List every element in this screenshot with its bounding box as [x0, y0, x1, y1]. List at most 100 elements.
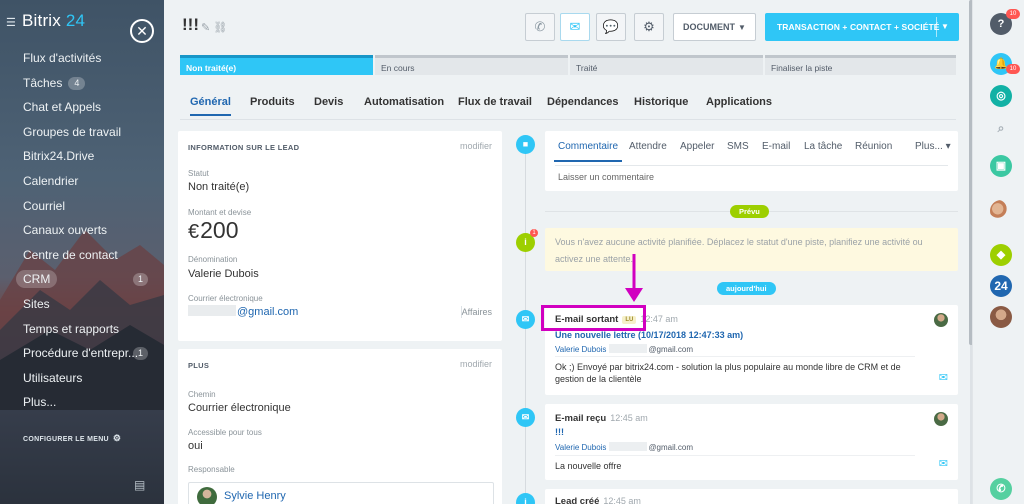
- stage-non-traite[interactable]: Non traité(e): [180, 55, 373, 75]
- sidebar-item-utilisateurs[interactable]: Utilisateurs: [0, 366, 164, 391]
- sidebar-item-plus[interactable]: Plus...: [0, 390, 164, 415]
- megaphone-icon[interactable]: ◆: [990, 244, 1012, 266]
- pipeline-stages: Non traité(e) En cours Traité Finaliser …: [180, 55, 956, 75]
- composer-tab-commentaire[interactable]: Commentaire: [553, 141, 623, 162]
- phone-icon[interactable]: ✆: [990, 478, 1012, 500]
- messenger-icon[interactable]: ▣: [990, 155, 1012, 177]
- envelope-icon: ✉: [569, 19, 581, 34]
- tab-applications[interactable]: Applications: [706, 96, 772, 108]
- email-button[interactable]: ✉: [560, 13, 590, 41]
- link-icon[interactable]: ⛓: [213, 22, 227, 34]
- bitrix24-icon[interactable]: 24: [990, 275, 1012, 297]
- composer-tab-email[interactable]: E-mail: [762, 141, 790, 152]
- activity-composer: Commentaire Attendre Appeler SMS E-mail …: [545, 131, 958, 191]
- envelope-icon: ✉: [516, 310, 535, 329]
- chevron-down-icon[interactable]: ▼: [941, 13, 949, 41]
- tab-devis[interactable]: Devis: [314, 96, 343, 108]
- sidebar-item-chat[interactable]: Chat et Appels: [0, 95, 164, 120]
- email-from: Valerie Dubois @gmail.com: [555, 442, 694, 452]
- composer-tab-attendre[interactable]: Attendre: [629, 141, 667, 152]
- composer-tab-reunion[interactable]: Réunion: [855, 141, 892, 152]
- access-label: Accessible pour tous: [188, 428, 262, 437]
- edit-link[interactable]: modifier: [460, 141, 492, 151]
- highlight-box: [541, 305, 646, 331]
- comment-input[interactable]: Laisser un commentaire: [555, 165, 948, 187]
- entity-tabs: Général Produits Devis Automatisation Fl…: [180, 92, 956, 120]
- status-value: Non traité(e): [188, 181, 250, 193]
- tab-historique[interactable]: Historique: [634, 96, 688, 108]
- settings-button[interactable]: ⚙: [634, 13, 664, 41]
- chat-icon[interactable]: ◎: [990, 85, 1012, 107]
- tab-produits[interactable]: Produits: [250, 96, 295, 108]
- avatar[interactable]: [990, 306, 1012, 328]
- sidebar-item-groupes[interactable]: Groupes de travail: [0, 120, 164, 145]
- sidebar-item-canaux[interactable]: Canaux ouverts: [0, 218, 164, 243]
- card-title: PLUS: [188, 361, 210, 370]
- tab-automatisation[interactable]: Automatisation: [364, 96, 444, 108]
- menu-icon[interactable]: ☰: [6, 16, 16, 29]
- sidebar-item-procedure[interactable]: Procédure d'entrepr... 1: [0, 341, 164, 366]
- stage-traite[interactable]: Traité: [570, 55, 763, 75]
- email-value[interactable]: @gmail.com: [188, 305, 298, 318]
- plus-card: PLUS modifier Chemin Courrier électroniq…: [178, 349, 502, 504]
- procedure-count-badge: 1: [132, 347, 148, 361]
- reply-envelope-icon[interactable]: ✉: [939, 457, 948, 470]
- left-sidebar: ☰ Bitrix 24 ✕ Flux d'activités Tâches 4 C…: [0, 0, 164, 504]
- composer-tab-plus[interactable]: Plus... ▾: [915, 141, 951, 152]
- activity-email-incoming[interactable]: E-mail reçu 12:45 am !!! Valerie Dubois @g…: [545, 404, 958, 480]
- document-button[interactable]: DOCUMENT ▼: [673, 13, 756, 41]
- sidebar-item-temps[interactable]: Temps et rapports: [0, 317, 164, 342]
- composer-tab-appeler[interactable]: Appeler: [680, 141, 714, 152]
- stage-finaliser[interactable]: Finaliser la piste: [765, 55, 956, 75]
- reply-envelope-icon[interactable]: ✉: [939, 371, 948, 384]
- amount-value: €200: [188, 217, 239, 243]
- sidebar-item-calendrier[interactable]: Calendrier: [0, 169, 164, 194]
- bitrix-logo[interactable]: Bitrix 24: [22, 11, 85, 31]
- responsible-label: Responsable: [188, 465, 235, 474]
- chevron-down-icon: ▼: [738, 23, 746, 32]
- composer-tab-sms[interactable]: SMS: [727, 141, 749, 152]
- sidebar-item-taches[interactable]: Tâches 4: [0, 71, 164, 96]
- tab-general[interactable]: Général: [190, 96, 231, 116]
- email-type: Affaires: [461, 307, 492, 317]
- crm-count-badge: 1: [132, 273, 148, 287]
- email-body: La nouvelle offre: [555, 455, 915, 473]
- search-icon[interactable]: ⌕: [990, 117, 1012, 139]
- sidebar-item-contact-center[interactable]: Centre de contact: [0, 243, 164, 268]
- sidebar-item-drive[interactable]: Bitrix24.Drive: [0, 144, 164, 169]
- chat-button[interactable]: 💬: [596, 13, 626, 41]
- edit-link[interactable]: modifier: [460, 359, 492, 369]
- page-title: !!!: [182, 15, 199, 34]
- avatar[interactable]: [990, 200, 1012, 222]
- phone-button[interactable]: ✆: [525, 13, 555, 41]
- card-title: INFORMATION SUR LE LEAD: [188, 143, 300, 152]
- envelope-icon: ✉: [516, 408, 535, 427]
- responsible-name[interactable]: Sylvie Henry: [224, 490, 286, 502]
- email-subject[interactable]: !!!: [555, 427, 564, 437]
- printer-icon[interactable]: ▤: [134, 478, 145, 492]
- sidebar-item-crm[interactable]: CRM 1: [0, 267, 164, 292]
- create-deal-button[interactable]: TRANSACTION + CONTACT + SOCIÉTÉ ▼: [765, 13, 959, 41]
- configure-menu-link[interactable]: CONFIGURER LE MENU ⚙: [23, 433, 121, 444]
- notice-badge: 1: [530, 229, 538, 237]
- email-subject[interactable]: Une nouvelle lettre (10/17/2018 12:47:33…: [555, 330, 743, 340]
- email-body: Ok ;) Envoyé par bitrix24.com - solution…: [555, 356, 915, 385]
- right-bar: ? 10 🔔 10 ◎ ⌕ ▣ ◆ 24 ✆: [972, 0, 1024, 504]
- planned-pill: Prévu: [730, 205, 769, 218]
- sidebar-item-sites[interactable]: Sites: [0, 292, 164, 317]
- stage-en-cours[interactable]: En cours: [375, 55, 568, 75]
- lead-info-card: INFORMATION SUR LE LEAD modifier Statut …: [178, 131, 502, 341]
- amount-label: Montant et devise: [188, 208, 252, 217]
- help-badge: 10: [1006, 9, 1020, 19]
- sidebar-item-courriel[interactable]: Courriel: [0, 194, 164, 219]
- sidebar-item-flux[interactable]: Flux d'activités: [0, 46, 164, 71]
- activity-title: Lead créé 12:45 am: [555, 496, 641, 504]
- tab-flux-de-travail[interactable]: Flux de travail: [458, 96, 532, 108]
- title-actions: ✎ ⛓: [201, 21, 227, 34]
- close-icon[interactable]: ✕: [130, 19, 154, 43]
- responsible-contact[interactable]: Sylvie Henry: [188, 482, 494, 504]
- pencil-icon[interactable]: ✎: [201, 22, 210, 34]
- composer-tab-tache[interactable]: La tâche: [804, 141, 842, 152]
- activity-lead-created[interactable]: Lead créé 12:45 am: [545, 489, 958, 504]
- tab-dependances[interactable]: Dépendances: [547, 96, 619, 108]
